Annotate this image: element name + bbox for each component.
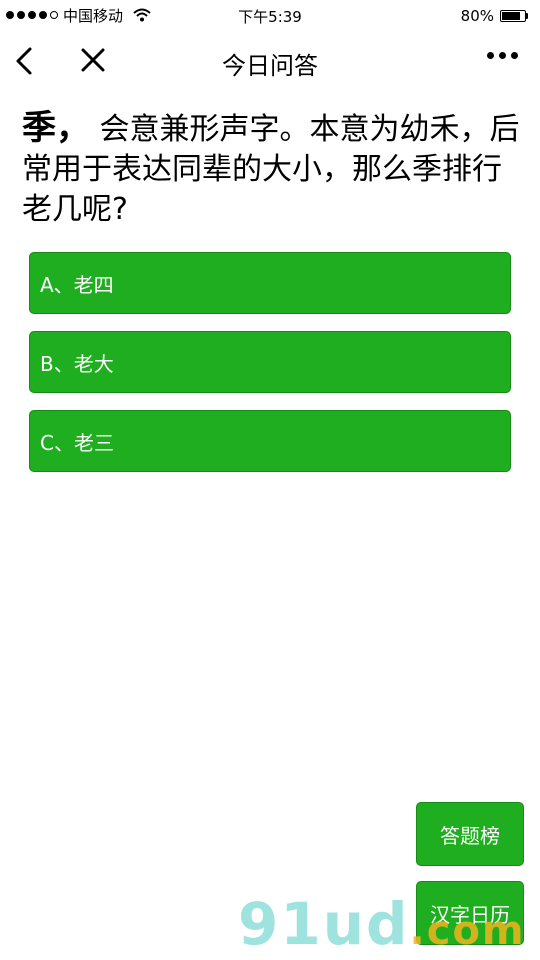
question-body: 会意兼形声字。本意为幼禾，后常用于表达同辈的大小，那么季排行老几呢? xyxy=(22,112,520,227)
option-a-button[interactable]: A、老四 xyxy=(29,252,511,314)
status-time: 下午5:39 xyxy=(238,8,302,26)
nav-bar: 今日问答 xyxy=(0,30,540,90)
question-character: 季， xyxy=(22,108,90,148)
calendar-button[interactable]: 汉字日历 xyxy=(416,881,524,945)
more-icon[interactable] xyxy=(487,52,518,59)
battery-icon xyxy=(500,10,526,22)
battery-percent: 80% xyxy=(460,7,494,25)
battery-indicator: 80% xyxy=(461,7,528,25)
option-c-button[interactable]: C、老三 xyxy=(29,410,511,472)
page-title: 今日问答 xyxy=(222,52,318,80)
status-bar: 中国移动 下午5:39 80% xyxy=(0,0,540,30)
option-b-button[interactable]: B、老大 xyxy=(29,331,511,393)
answer-options: A、老四 B、老大 C、老三 xyxy=(29,252,511,489)
question-text: 季， 会意兼形声字。本意为幼禾，后常用于表达同辈的大小，那么季排行老几呢? xyxy=(22,108,522,230)
leaderboard-button[interactable]: 答题榜 xyxy=(416,802,524,866)
